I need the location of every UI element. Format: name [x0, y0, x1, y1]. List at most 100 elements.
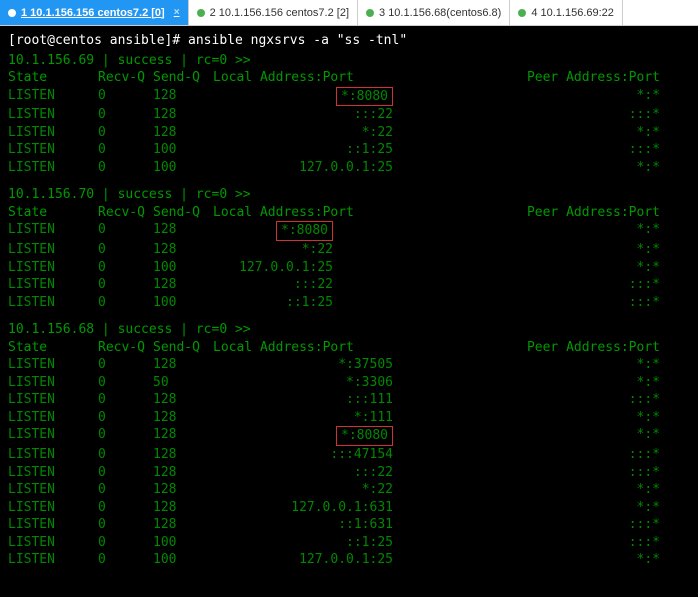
col-peer: Peer Address:Port [363, 204, 690, 222]
host-section: 10.1.156.70 | success | rc=0 >>StateRecv… [8, 186, 690, 311]
cell-local: :::22 [213, 106, 443, 124]
cell-peer: *:* [443, 124, 690, 142]
cell-local: *:3306 [213, 374, 443, 392]
cell-state: LISTEN [8, 391, 98, 409]
table-row: LISTEN0128127.0.0.1:631*:* [8, 499, 690, 517]
tab-label: 4 10.1.156.69:22 [531, 7, 614, 19]
cell-recvq: 0 [98, 356, 153, 374]
cell-state: LISTEN [8, 426, 98, 446]
cell-sendq: 128 [153, 276, 213, 294]
cell-peer: :::* [443, 464, 690, 482]
close-icon[interactable]: × [174, 7, 180, 18]
table-row: LISTEN0128*:37505*:* [8, 356, 690, 374]
col-peer: Peer Address:Port [443, 339, 690, 357]
cell-state: LISTEN [8, 259, 98, 277]
col-state: State [8, 339, 98, 357]
terminal-output: [root@centos ansible]# ansible ngxsrvs -… [0, 26, 698, 585]
cell-peer: :::* [443, 446, 690, 464]
table-row: LISTEN0128::1:631:::* [8, 516, 690, 534]
col-recvq: Recv-Q [98, 69, 153, 87]
cell-local: *:8080 [213, 426, 443, 446]
cell-local: :::22 [213, 276, 363, 294]
cell-local: ::1:25 [213, 294, 363, 312]
table-row: LISTEN0128*:22*:* [8, 481, 690, 499]
cell-state: LISTEN [8, 409, 98, 427]
cell-sendq: 100 [153, 551, 213, 569]
cell-recvq: 0 [98, 374, 153, 392]
col-sendq: Send-Q [153, 69, 213, 87]
cell-state: LISTEN [8, 221, 98, 241]
highlight-box: *:8080 [336, 87, 393, 107]
cell-local: *:22 [213, 241, 363, 259]
cell-peer: *:* [443, 481, 690, 499]
host-section: 10.1.156.68 | success | rc=0 >>StateRecv… [8, 321, 690, 569]
cell-local: *:8080 [213, 87, 443, 107]
cell-local: 127.0.0.1:631 [213, 499, 443, 517]
cell-sendq: 128 [153, 409, 213, 427]
cell-local: *:111 [213, 409, 443, 427]
cell-state: LISTEN [8, 464, 98, 482]
cell-peer: *:* [443, 87, 690, 107]
cell-local: ::1:25 [213, 534, 443, 552]
tab-1[interactable]: 2 10.1.156.156 centos7.2 [2] [189, 0, 358, 25]
cell-sendq: 128 [153, 481, 213, 499]
col-state: State [8, 69, 98, 87]
connection-status-icon [518, 9, 526, 17]
cell-state: LISTEN [8, 374, 98, 392]
highlight-box: *:8080 [336, 426, 393, 446]
cell-local: *:37505 [213, 356, 443, 374]
cell-sendq: 128 [153, 241, 213, 259]
cell-state: LISTEN [8, 294, 98, 312]
col-local: Local Address:Port [213, 69, 443, 87]
table-row: LISTEN0128*:22*:* [8, 241, 690, 259]
cell-state: LISTEN [8, 481, 98, 499]
cell-recvq: 0 [98, 106, 153, 124]
cell-state: LISTEN [8, 499, 98, 517]
cell-recvq: 0 [98, 534, 153, 552]
tab-2[interactable]: 3 10.1.156.68(centos6.8) [358, 0, 510, 25]
cell-peer: *:* [443, 159, 690, 177]
connection-status-icon [197, 9, 205, 17]
cell-sendq: 128 [153, 124, 213, 142]
cell-recvq: 0 [98, 276, 153, 294]
cell-state: LISTEN [8, 87, 98, 107]
cell-recvq: 0 [98, 481, 153, 499]
cell-recvq: 0 [98, 159, 153, 177]
cell-recvq: 0 [98, 499, 153, 517]
col-sendq: Send-Q [153, 204, 213, 222]
tab-0[interactable]: 1 10.1.156.156 centos7.2 [0]× [0, 0, 189, 25]
cell-recvq: 0 [98, 426, 153, 446]
connection-status-icon [366, 9, 374, 17]
cell-sendq: 100 [153, 259, 213, 277]
highlight-box: *:8080 [276, 221, 333, 241]
col-recvq: Recv-Q [98, 339, 153, 357]
cell-sendq: 100 [153, 294, 213, 312]
cell-recvq: 0 [98, 221, 153, 241]
table-row: LISTEN0100127.0.0.1:25*:* [8, 551, 690, 569]
col-state: State [8, 204, 98, 222]
table-row: LISTEN050*:3306*:* [8, 374, 690, 392]
table-row: LISTEN0128:::22:::* [8, 276, 690, 294]
cell-sendq: 128 [153, 356, 213, 374]
host-header: 10.1.156.68 | success | rc=0 >> [8, 321, 690, 339]
cell-local: *:8080 [213, 221, 363, 241]
cell-peer: *:* [443, 551, 690, 569]
cell-local: ::1:25 [213, 141, 443, 159]
cell-recvq: 0 [98, 446, 153, 464]
cell-state: LISTEN [8, 534, 98, 552]
table-row: LISTEN0100::1:25:::* [8, 294, 690, 312]
cell-sendq: 100 [153, 159, 213, 177]
table-row: LISTEN0128:::47154:::* [8, 446, 690, 464]
cell-peer: *:* [443, 374, 690, 392]
tab-3[interactable]: 4 10.1.156.69:22 [510, 0, 623, 25]
cell-peer: *:* [363, 241, 690, 259]
table-row: LISTEN0128*:22*:* [8, 124, 690, 142]
cell-sendq: 128 [153, 391, 213, 409]
cell-state: LISTEN [8, 106, 98, 124]
column-header: StateRecv-QSend-QLocal Address:PortPeer … [8, 204, 690, 222]
cell-state: LISTEN [8, 551, 98, 569]
host-header: 10.1.156.70 | success | rc=0 >> [8, 186, 690, 204]
table-row: LISTEN0128*:8080*:* [8, 87, 690, 107]
cell-recvq: 0 [98, 87, 153, 107]
cell-peer: *:* [443, 426, 690, 446]
